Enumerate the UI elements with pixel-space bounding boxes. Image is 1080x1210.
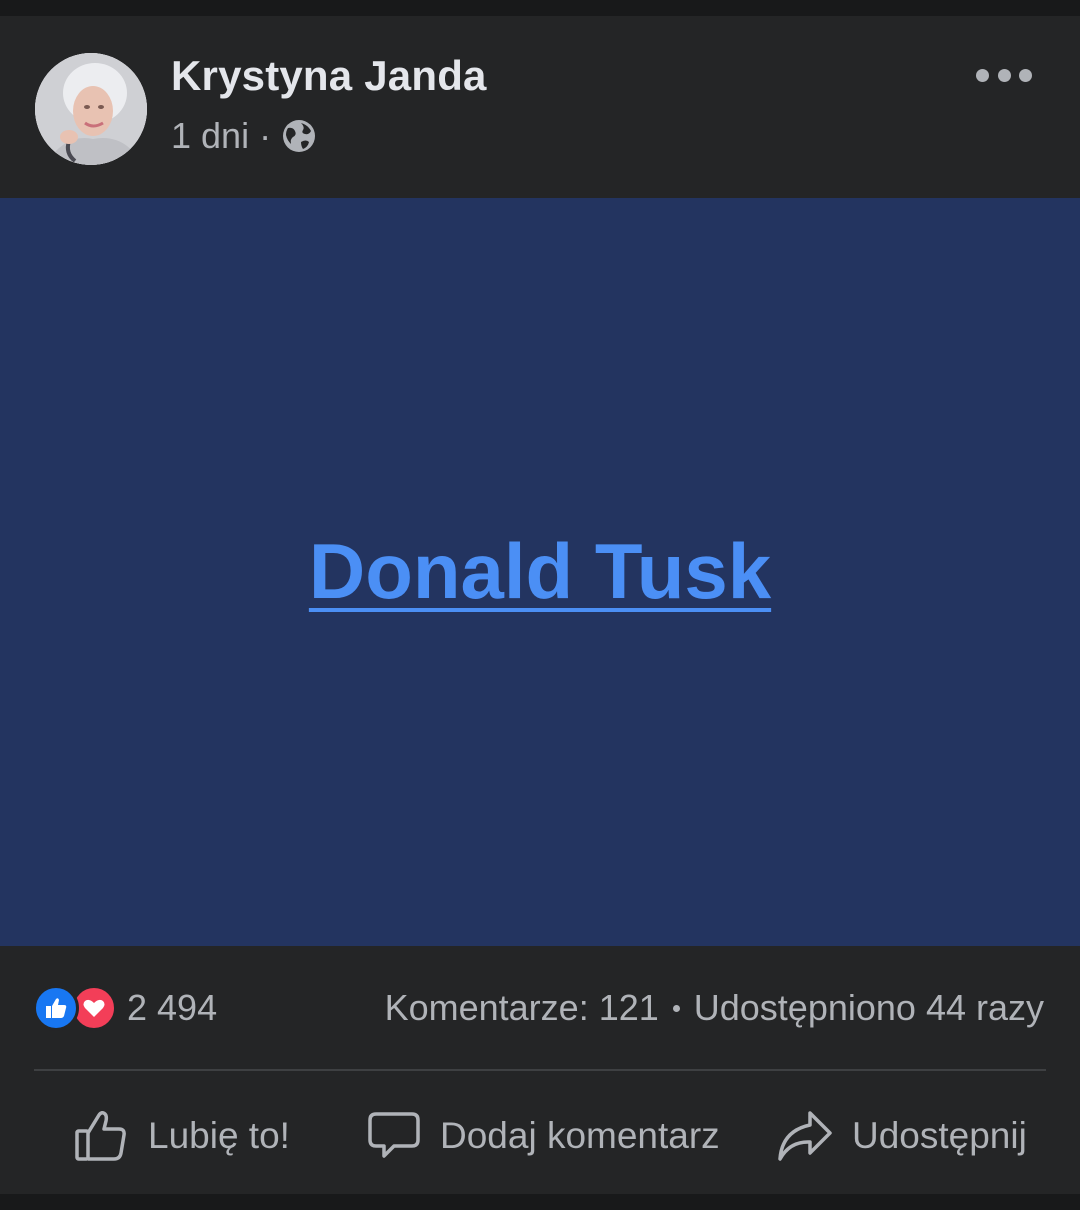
globe-icon	[281, 118, 317, 154]
divider	[34, 1069, 1046, 1071]
share-arrow-icon	[776, 1107, 834, 1165]
like-label: Lubię to!	[148, 1115, 290, 1156]
reactions-summary[interactable]: 2 494	[33, 984, 217, 1032]
post-timestamp[interactable]: 1 dni	[171, 115, 249, 157]
bottom-strip	[0, 1194, 1080, 1210]
comment-button[interactable]: Dodaj komentarz	[366, 1100, 720, 1172]
share-label: Udostępnij	[852, 1115, 1027, 1156]
thumbs-up-icon	[72, 1107, 130, 1165]
like-reaction-icon	[33, 985, 79, 1031]
more-options-icon[interactable]	[976, 64, 1032, 86]
avatar[interactable]	[35, 53, 147, 165]
meta-separator: ·	[259, 115, 272, 156]
tagged-person-link[interactable]: Donald Tusk	[309, 526, 771, 617]
comment-label: Dodaj komentarz	[440, 1115, 720, 1156]
reactions-count: 2 494	[127, 987, 218, 1028]
shares-count[interactable]: Udostępniono 44 razy	[694, 987, 1044, 1029]
share-button[interactable]: Udostępnij	[776, 1100, 1027, 1172]
post-author-name[interactable]: Krystyna Janda	[171, 52, 487, 100]
status-bar-strip	[0, 0, 1080, 16]
comments-count[interactable]: Komentarze: 121	[385, 987, 659, 1029]
stats-separator-dot	[672, 1004, 680, 1012]
comment-bubble-icon	[366, 1108, 422, 1164]
post-card: Krystyna Janda 1 dni · Donald Tusk 2 494…	[0, 16, 1080, 1194]
post-content: Donald Tusk	[0, 198, 1080, 946]
avatar-photo	[35, 53, 147, 165]
like-button[interactable]: Lubię to!	[72, 1100, 290, 1172]
engagement-stats: Komentarze: 121 Udostępniono 44 razy	[385, 984, 1044, 1032]
post-meta: 1 dni ·	[171, 114, 317, 158]
